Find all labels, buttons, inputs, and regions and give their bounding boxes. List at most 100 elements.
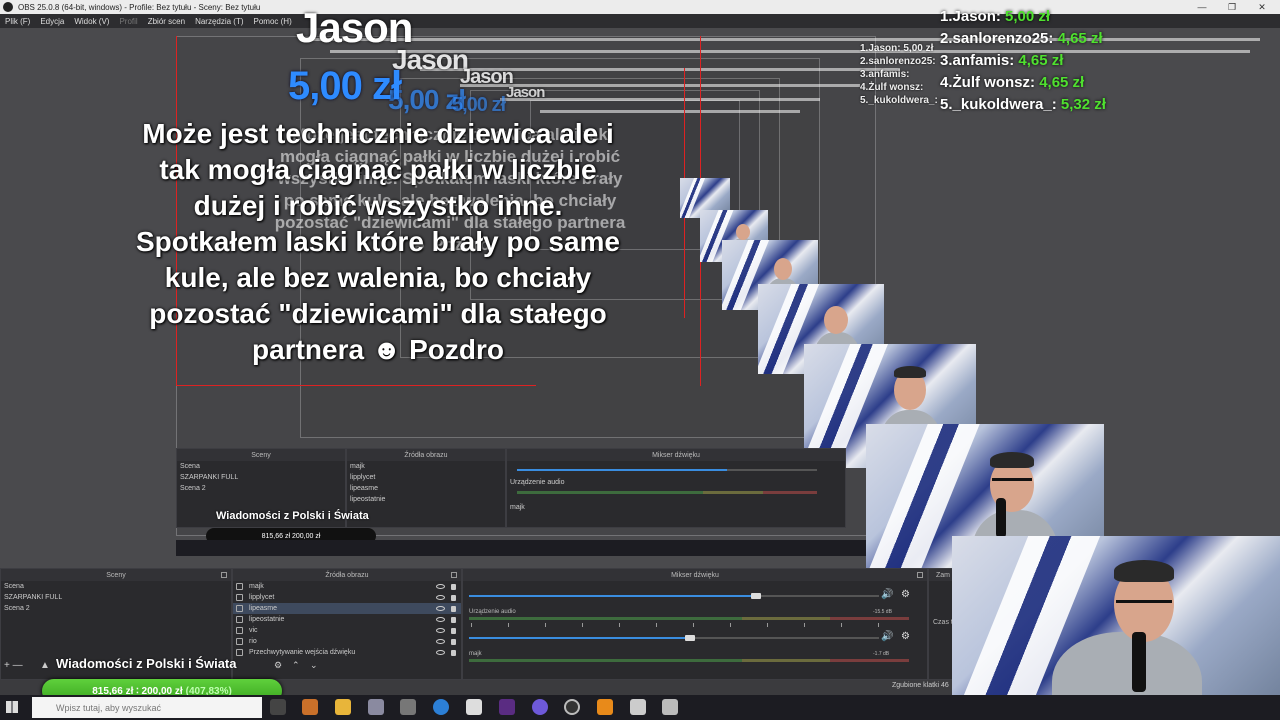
source-item[interactable]: Przechwytywanie wejścia dźwięku	[233, 647, 461, 658]
source-label: majk	[249, 583, 264, 590]
volume-fill	[469, 637, 691, 639]
mixer-track-label: Urządzenie audio	[469, 609, 516, 615]
nested-scene-title: Wiadomości z Polski i Świata	[216, 510, 369, 522]
lock-icon[interactable]	[451, 627, 456, 634]
nested-scene-item: SZARPANKI FULL	[180, 474, 239, 481]
tunnel-bar	[330, 50, 1250, 53]
speaker-icon[interactable]: 🔊	[881, 589, 893, 600]
visibility-eye-icon[interactable]	[436, 606, 445, 611]
audio-level-meter	[469, 617, 909, 620]
donor-row: 3.anfamis: 4,65 zł	[940, 52, 1064, 69]
gear-icon[interactable]: ⚙	[274, 660, 282, 671]
windows-start-icon[interactable]	[6, 701, 18, 713]
alert-donor-name: Jason	[296, 4, 413, 51]
speaker-icon[interactable]: 🔊	[881, 631, 893, 642]
controls-dock-label: Czas t	[933, 619, 953, 626]
nested-sources-dock: Źródła obrazu majk lipplycet lipeasme li…	[346, 448, 506, 528]
scene-item[interactable]: Scena 2	[1, 603, 231, 614]
chevron-up-icon[interactable]: ▲	[40, 660, 50, 671]
media-player-icon[interactable]	[302, 699, 318, 715]
nested-source-item: majk	[350, 463, 365, 470]
audio-source-icon	[236, 649, 243, 656]
lock-icon[interactable]	[451, 594, 456, 601]
source-item[interactable]: majk	[233, 581, 461, 592]
alert-donation-amount: 5,00 zł	[288, 64, 402, 108]
volume-slider-handle[interactable]	[685, 635, 695, 641]
source-item[interactable]: lipeostatnie	[233, 614, 461, 625]
video-editor-icon[interactable]	[630, 699, 646, 715]
source-item[interactable]: rio	[233, 636, 461, 647]
donor-row: 5._kukoldwera_: 5,32 zł	[940, 96, 1106, 113]
edge-browser-icon[interactable]	[433, 699, 449, 715]
chat-app-icon[interactable]	[532, 699, 548, 715]
undock-icon[interactable]	[451, 572, 457, 578]
scene-item[interactable]: SZARPANKI FULL	[1, 592, 231, 603]
alert-message: Może jest technicznie dziewica ale i tak…	[136, 118, 620, 365]
undock-icon[interactable]	[917, 572, 923, 578]
file-explorer-icon[interactable]	[335, 699, 351, 715]
source-label: vic	[249, 627, 258, 634]
menu-scene-collection[interactable]: Zbiór scen	[148, 17, 185, 26]
visibility-eye-icon[interactable]	[436, 628, 445, 633]
mixer-track-label: majk	[469, 651, 482, 657]
menu-view[interactable]: Widok (V)	[74, 17, 109, 26]
minimize-button[interactable]: —	[1186, 0, 1218, 14]
nested-scene-item: Scena	[180, 463, 200, 470]
source-item[interactable]: lipplycet	[233, 592, 461, 603]
settings-icon[interactable]	[400, 699, 416, 715]
maximize-button[interactable]: ❐	[1216, 0, 1248, 14]
lock-icon[interactable]	[451, 616, 456, 623]
taskbar: Wpisz tutaj, aby wyszukać	[0, 695, 1280, 720]
chevron-down-icon[interactable]: ⌄	[310, 660, 318, 671]
obs-taskbar-icon[interactable]	[564, 699, 580, 715]
visibility-eye-icon[interactable]	[436, 617, 445, 622]
app-icon[interactable]	[368, 699, 384, 715]
close-button[interactable]: ✕	[1246, 0, 1278, 14]
visibility-eye-icon[interactable]	[436, 595, 445, 600]
chevron-up-icon[interactable]: ⌃	[292, 660, 300, 671]
visibility-eye-icon[interactable]	[436, 639, 445, 644]
premiere-icon[interactable]	[499, 699, 515, 715]
vlc-icon[interactable]	[597, 699, 613, 715]
source-item[interactable]: lipeasme	[233, 603, 461, 614]
undock-icon[interactable]	[221, 572, 227, 578]
source-item[interactable]: vic	[233, 625, 461, 636]
add-remove-controls[interactable]: + —	[4, 660, 23, 671]
visibility-eye-icon[interactable]	[436, 584, 445, 589]
donor-row: 2.sanlorenzo25: 4,65 zł	[940, 30, 1103, 47]
lock-icon[interactable]	[451, 649, 456, 656]
alert-name-echo: Jason	[460, 66, 514, 88]
alert-amount-echo: 5,00 zł	[452, 94, 506, 116]
menu-profile[interactable]: Profil	[119, 17, 137, 26]
scenes-dock-header: Sceny	[1, 569, 231, 581]
menu-edit[interactable]: Edycja	[40, 17, 64, 26]
gear-icon[interactable]: ⚙	[901, 631, 910, 642]
sources-dock: Źródła obrazu majk lipplycet lipeasme li…	[232, 568, 462, 680]
visibility-eye-icon[interactable]	[436, 650, 445, 655]
lock-icon[interactable]	[451, 605, 456, 612]
task-view-icon[interactable]	[270, 699, 286, 715]
tunnel-bar	[500, 98, 820, 101]
screen: OBS 25.0.8 (64-bit, windows) - Profile: …	[0, 0, 1280, 720]
lock-icon[interactable]	[451, 583, 456, 590]
mail-icon[interactable]	[466, 699, 482, 715]
scene-overlay-title: Wiadomości z Polski i Świata	[56, 656, 237, 671]
audio-level-meter	[469, 659, 909, 662]
webcam-feed	[952, 536, 1280, 720]
gear-icon[interactable]: ⚙	[901, 589, 910, 600]
taskbar-search-input[interactable]: Wpisz tutaj, aby wyszukać	[32, 697, 262, 718]
donor-row: 4.Żulf wonsz: 4,65 zł	[940, 74, 1085, 91]
photos-icon[interactable]	[662, 699, 678, 715]
menu-file[interactable]: Plik (F)	[5, 17, 30, 26]
lock-icon[interactable]	[451, 638, 456, 645]
media-source-icon	[236, 594, 243, 601]
volume-slider-handle[interactable]	[751, 593, 761, 599]
menu-tools[interactable]: Narzędzia (T)	[195, 17, 243, 26]
status-bar-dropped-frames: Zgubione klatki 46	[892, 682, 949, 689]
menu-help[interactable]: Pomoc (H)	[254, 17, 292, 26]
window-title: OBS 25.0.8 (64-bit, windows) - Profile: …	[18, 2, 261, 12]
alert-name-echo: Jason	[506, 84, 545, 101]
donor-row: 1.Jason: 5,00 zł	[940, 8, 1051, 25]
scene-item[interactable]: Scena	[1, 581, 231, 592]
nested-source-item: lipeostatnie	[350, 496, 386, 503]
